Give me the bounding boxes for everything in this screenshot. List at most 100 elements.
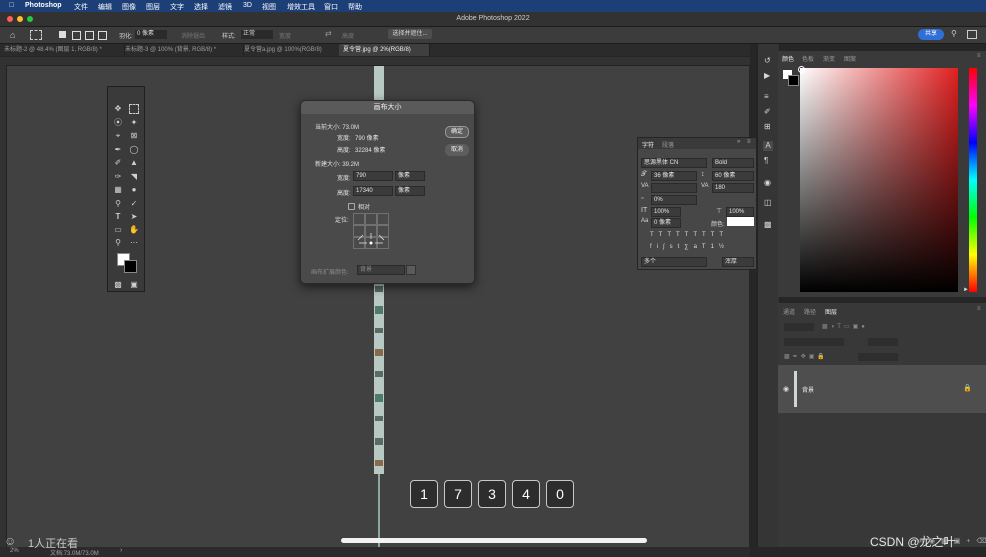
opacity-input[interactable]	[868, 338, 898, 346]
libraries-panel-icon[interactable]: ◉	[764, 178, 771, 187]
feather-input[interactable]: 0 像素	[135, 30, 167, 39]
doc-tab[interactable]: 未标题-2 @ 48.4% (图层 1, RGB/8) *	[0, 44, 125, 56]
intersect-selection-icon[interactable]	[98, 31, 107, 40]
select-and-mask-button[interactable]: 选择并遮住...	[388, 29, 432, 39]
swap-icon[interactable]: ⇄	[325, 29, 332, 38]
extension-color-swatch[interactable]	[406, 265, 416, 275]
rectangle-tool-icon[interactable]: ▭	[113, 225, 123, 235]
sliders-panel-icon[interactable]: ⊞	[764, 122, 771, 131]
font-style-select[interactable]: Bold	[712, 158, 754, 168]
pen-tool-icon[interactable]: ✓	[129, 199, 139, 209]
stamp-tool-icon[interactable]: ▲	[129, 158, 139, 168]
menu-file[interactable]: 文件	[74, 2, 88, 12]
share-button[interactable]: 共享	[918, 29, 944, 40]
paragraph-panel-icon[interactable]: ¶	[764, 156, 768, 165]
gradient-tool-icon[interactable]: ▦	[113, 185, 123, 195]
hue-slider-handle[interactable]: ►	[963, 287, 969, 293]
leading-input[interactable]: 60 像素	[712, 171, 754, 181]
tab-character[interactable]: 字符	[642, 140, 654, 149]
new-height-input[interactable]: 17340	[353, 186, 393, 196]
ok-button[interactable]: 确定	[445, 126, 469, 138]
new-selection-icon[interactable]	[59, 31, 66, 38]
quick-mask-icon[interactable]: ▩	[113, 280, 123, 290]
tab-gradients[interactable]: 渐变	[823, 54, 835, 63]
menu-app-name[interactable]: Photoshop	[25, 2, 62, 9]
eraser-icon[interactable]: ◥	[129, 172, 139, 182]
kerning-input[interactable]	[651, 183, 697, 193]
zoom-tool-icon[interactable]: ⚲	[113, 238, 123, 248]
properties-panel-icon[interactable]: ▩	[764, 220, 772, 229]
tab-color[interactable]: 颜色	[782, 54, 794, 63]
relative-checkbox[interactable]	[348, 203, 355, 210]
color-picker-cursor[interactable]	[798, 66, 805, 73]
panel-menu-icon[interactable]: ≡	[977, 53, 981, 59]
type-tool-icon[interactable]: T	[113, 212, 123, 222]
lock-icons[interactable]: ▩✒✥▣🔒	[784, 353, 828, 360]
patch-tool-icon[interactable]: ◯	[129, 145, 139, 155]
antialias-checkbox[interactable]: 消除锯齿	[181, 31, 205, 40]
glyphs-panel-icon[interactable]: ◫	[764, 198, 772, 207]
baseline-shift-input[interactable]: 0 像素	[651, 218, 681, 228]
home-icon[interactable]: ⌂	[10, 30, 15, 40]
marquee-tool-icon[interactable]	[30, 30, 42, 40]
screen-mode-icon[interactable]: ▣	[129, 280, 139, 290]
menu-view[interactable]: 视图	[262, 2, 276, 12]
menu-filter[interactable]: 滤镜	[218, 2, 232, 12]
antialias-method-select[interactable]: 浑厚	[722, 257, 754, 267]
menu-plugins[interactable]: 增效工具	[287, 2, 315, 12]
more-tools-icon[interactable]: ⋯	[129, 238, 139, 248]
actions-panel-icon[interactable]: ▶	[764, 71, 770, 80]
new-width-unit-select[interactable]: 像素	[395, 171, 425, 181]
eyedropper-icon[interactable]: ✒	[113, 145, 123, 155]
blur-tool-icon[interactable]: ●	[129, 185, 139, 195]
panel-menu-icon[interactable]: ≡	[977, 306, 981, 312]
visibility-eye-icon[interactable]: ◉	[783, 385, 789, 393]
menu-help[interactable]: 帮助	[348, 2, 362, 12]
doc-tab[interactable]: 未标题-3 @ 100% (背景, RGB/8) *	[121, 44, 244, 56]
vertical-scale-input[interactable]: 100%	[651, 207, 681, 217]
doc-tab-active[interactable]: 夏令营.jpg @ 2%(RGB/8)	[339, 44, 430, 56]
tsume-input[interactable]: 0%	[651, 195, 697, 205]
menu-edit[interactable]: 编辑	[98, 2, 112, 12]
cancel-button[interactable]: 取消	[445, 144, 469, 156]
menu-3d[interactable]: 3D	[243, 2, 252, 9]
panel-menu-icon[interactable]: ≡	[747, 139, 751, 145]
layer-filter-select[interactable]	[784, 323, 814, 331]
new-height-unit-select[interactable]: 像素	[395, 186, 425, 196]
path-select-icon[interactable]: ➤	[129, 212, 139, 222]
dodge-tool-icon[interactable]: ⚲	[113, 199, 123, 209]
adjustments-panel-icon[interactable]: ≡	[764, 92, 769, 101]
magic-wand-icon[interactable]: ✦	[129, 118, 139, 128]
opentype-buttons[interactable]: fi∫st∑aT1½	[650, 244, 750, 252]
menu-window[interactable]: 窗口	[324, 2, 338, 12]
subtract-selection-icon[interactable]	[85, 31, 94, 40]
frame-tool-icon[interactable]: ⊠	[129, 131, 139, 141]
horizontal-scale-input[interactable]: 100%	[726, 207, 754, 217]
history-panel-icon[interactable]: ↺	[764, 56, 771, 65]
font-size-input[interactable]: 36 像素	[651, 171, 697, 181]
tab-channels[interactable]: 通道	[783, 307, 795, 316]
color-spectrum-field[interactable]	[800, 68, 958, 292]
search-icon[interactable]: ⚲	[951, 29, 957, 38]
extension-color-select[interactable]: 背景	[357, 265, 405, 275]
tab-paths[interactable]: 路径	[804, 307, 816, 316]
apple-menu-icon[interactable]: 	[9, 2, 14, 9]
new-width-input[interactable]: 790	[353, 171, 393, 181]
tab-paragraph[interactable]: 段落	[662, 140, 674, 149]
move-tool-icon[interactable]: ✥	[113, 104, 123, 114]
text-color-swatch[interactable]	[727, 217, 754, 226]
layer-row[interactable]: ◉ 背景 🔒	[778, 365, 986, 413]
tab-layers[interactable]: 图层	[825, 307, 837, 316]
menu-layer[interactable]: 图层	[146, 2, 160, 12]
lasso-tool-icon[interactable]: ⦿	[113, 118, 123, 128]
menu-select[interactable]: 选择	[194, 2, 208, 12]
background-color-swatch[interactable]	[788, 75, 799, 86]
language-select[interactable]: 多个	[641, 257, 707, 267]
doc-tab[interactable]: 夏令营a.jpg @ 100%(RGB/8)	[240, 44, 343, 56]
crop-tool-icon[interactable]: ⌖	[113, 131, 123, 141]
tracking-input[interactable]: 180	[712, 183, 754, 193]
character-panel-icon[interactable]: A	[763, 141, 773, 151]
fill-input[interactable]	[858, 353, 898, 361]
workspace-icon[interactable]	[967, 30, 977, 39]
brush-panel-icon[interactable]: ✐	[764, 107, 771, 116]
